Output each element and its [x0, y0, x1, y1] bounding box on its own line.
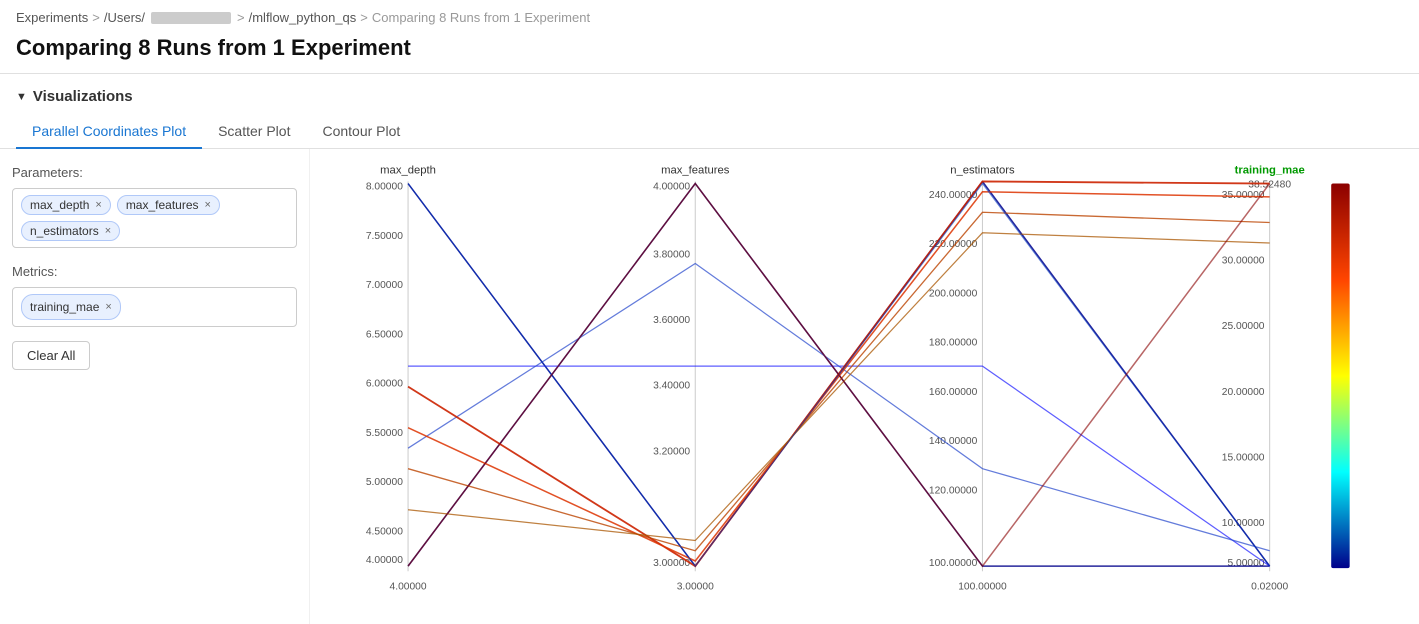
tab-scatter[interactable]: Scatter Plot	[202, 115, 306, 149]
svg-text:4.00000: 4.00000	[390, 582, 427, 593]
tabs-bar: Parallel Coordinates Plot Scatter Plot C…	[0, 115, 1419, 149]
breadcrumb-users[interactable]: /Users/	[104, 10, 145, 25]
breadcrumb-experiments[interactable]: Experiments	[16, 10, 88, 25]
breadcrumb: Experiments > /Users/ > /mlflow_python_q…	[0, 0, 1419, 31]
parameters-tag-box[interactable]: max_depth × max_features × n_estimators …	[12, 188, 297, 248]
svg-text:20.00000: 20.00000	[1222, 387, 1265, 398]
svg-text:38.52480: 38.52480	[1248, 180, 1291, 191]
visualizations-label: Visualizations	[33, 88, 133, 105]
svg-text:3.20000: 3.20000	[653, 446, 690, 457]
metrics-tag-box[interactable]: training_mae ×	[12, 287, 297, 327]
metrics-label: Metrics:	[12, 264, 297, 279]
svg-text:10.00000: 10.00000	[1222, 518, 1265, 529]
svg-text:180.00000: 180.00000	[929, 338, 978, 349]
svg-text:100.00000: 100.00000	[929, 558, 978, 569]
svg-text:4.00000: 4.00000	[366, 555, 403, 566]
svg-text:n_estimators: n_estimators	[950, 164, 1015, 176]
svg-text:30.00000: 30.00000	[1222, 256, 1265, 267]
svg-text:200.00000: 200.00000	[929, 288, 978, 299]
parallel-coordinates-chart: 8.00000 7.50000 7.00000 6.50000 6.00000 …	[326, 159, 1403, 604]
svg-text:140.00000: 140.00000	[929, 436, 978, 447]
svg-text:7.50000: 7.50000	[366, 231, 403, 242]
chart-area: 8.00000 7.50000 7.00000 6.50000 6.00000 …	[310, 149, 1419, 624]
svg-text:15.00000: 15.00000	[1222, 452, 1265, 463]
breadcrumb-current: Comparing 8 Runs from 1 Experiment	[372, 10, 590, 25]
svg-text:3.60000: 3.60000	[653, 315, 690, 326]
visualizations-header[interactable]: ▼ Visualizations	[0, 74, 1419, 115]
svg-text:training_mae: training_mae	[1235, 164, 1305, 176]
svg-text:6.00000: 6.00000	[366, 379, 403, 390]
clear-all-button[interactable]: Clear All	[12, 341, 90, 370]
svg-text:4.50000: 4.50000	[366, 526, 403, 537]
svg-text:5.00000: 5.00000	[1227, 558, 1264, 569]
svg-text:3.80000: 3.80000	[653, 249, 690, 260]
chevron-down-icon: ▼	[16, 91, 27, 103]
sidebar: Parameters: max_depth × max_features × n…	[0, 149, 310, 624]
svg-text:max_features: max_features	[661, 164, 730, 176]
svg-text:7.00000: 7.00000	[366, 280, 403, 291]
svg-text:8.00000: 8.00000	[366, 182, 403, 193]
parameters-label: Parameters:	[12, 165, 297, 180]
svg-text:160.00000: 160.00000	[929, 387, 978, 398]
svg-text:6.50000: 6.50000	[366, 329, 403, 340]
svg-text:5.00000: 5.00000	[366, 477, 403, 488]
page-title: Comparing 8 Runs from 1 Experiment	[0, 31, 1419, 74]
svg-text:25.00000: 25.00000	[1222, 321, 1265, 332]
svg-text:3.00000: 3.00000	[677, 582, 714, 593]
svg-text:3.40000: 3.40000	[653, 381, 690, 392]
svg-text:max_depth: max_depth	[380, 164, 436, 176]
svg-text:100.00000: 100.00000	[958, 582, 1007, 593]
tag-max-features[interactable]: max_features ×	[117, 195, 220, 215]
tag-n-estimators[interactable]: n_estimators ×	[21, 221, 120, 241]
svg-text:4.00000: 4.00000	[653, 182, 690, 193]
svg-text:120.00000: 120.00000	[929, 485, 978, 496]
tab-contour[interactable]: Contour Plot	[306, 115, 416, 149]
tag-max-depth[interactable]: max_depth ×	[21, 195, 111, 215]
svg-text:5.50000: 5.50000	[366, 428, 403, 439]
breadcrumb-username-blur	[151, 12, 231, 24]
svg-text:0.02000: 0.02000	[1251, 582, 1288, 593]
tag-training-mae[interactable]: training_mae ×	[21, 294, 121, 320]
tab-parallel[interactable]: Parallel Coordinates Plot	[16, 115, 202, 149]
breadcrumb-experiment[interactable]: /mlflow_python_qs	[249, 10, 357, 25]
